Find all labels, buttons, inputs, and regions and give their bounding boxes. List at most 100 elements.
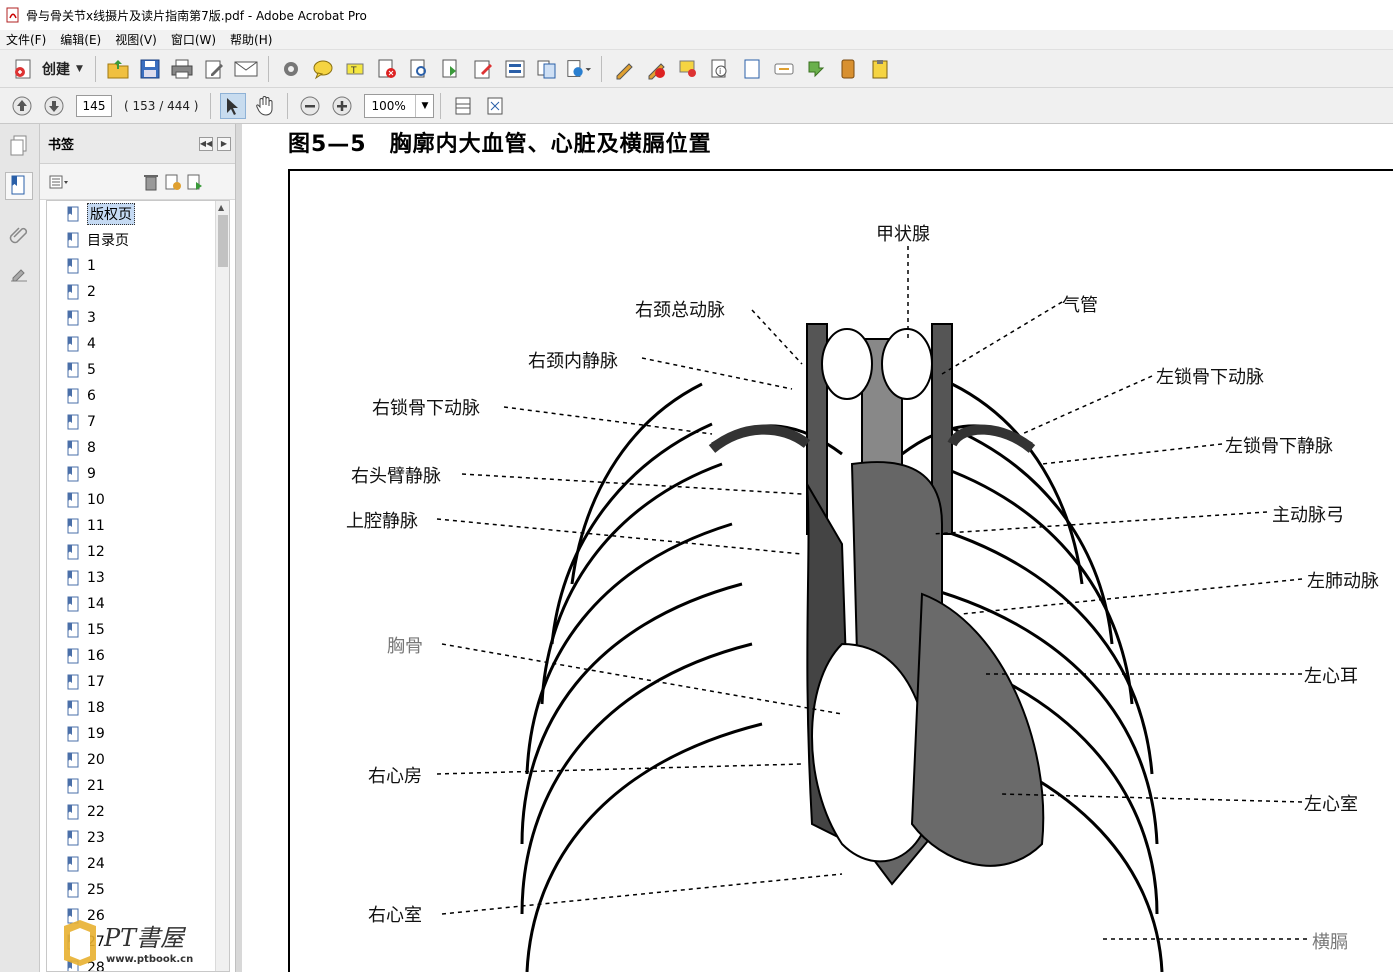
certificate-button[interactable] <box>675 56 701 82</box>
bookmarks-button[interactable] <box>5 172 33 200</box>
highlight-button[interactable]: T <box>342 56 368 82</box>
ptbook-watermark-logo: PT書屋 www.ptbook.cn <box>64 920 193 966</box>
bookmarks-title: 书签 <box>48 138 75 153</box>
bookmarks-scrollbar[interactable]: ▲ <box>215 201 229 971</box>
combine-button[interactable] <box>534 56 560 82</box>
sign-document-icon <box>474 60 492 78</box>
zoom-out-button[interactable] <box>297 93 323 119</box>
export-button[interactable] <box>566 56 592 82</box>
open-button[interactable] <box>105 56 131 82</box>
settings-button[interactable] <box>278 56 304 82</box>
select-tool-button[interactable] <box>220 92 247 119</box>
toolbar-separator <box>287 92 289 119</box>
attachments-button[interactable] <box>5 220 33 248</box>
form-button[interactable] <box>502 56 528 82</box>
bookmark-label: 2 <box>87 284 96 300</box>
extract-button[interactable] <box>438 56 464 82</box>
page-number-input[interactable]: 145 <box>76 94 112 117</box>
bookmark-item[interactable]: 18 <box>47 695 229 721</box>
book-button[interactable] <box>835 56 861 82</box>
bookmark-item[interactable]: 5 <box>47 357 229 383</box>
bookmark-item[interactable]: 目录页 <box>47 227 229 253</box>
new-bookmark-button[interactable] <box>162 171 184 193</box>
menu-window[interactable]: 窗口(W) <box>171 31 216 48</box>
bookmark-item[interactable]: 6 <box>47 383 229 409</box>
bookmark-item[interactable]: 8 <box>47 435 229 461</box>
scroll-up-icon[interactable]: ▲ <box>218 203 224 212</box>
bookmark-item[interactable]: 16 <box>47 643 229 669</box>
bookmark-item[interactable]: 24 <box>47 851 229 877</box>
menu-view[interactable]: 视图(V) <box>115 31 157 48</box>
menu-edit[interactable]: 编辑(E) <box>60 31 101 48</box>
bookmark-item[interactable]: 19 <box>47 721 229 747</box>
email-button[interactable] <box>233 56 259 82</box>
accessibility-button[interactable] <box>771 56 797 82</box>
delete-bookmark-button[interactable] <box>140 171 162 193</box>
zoom-out-icon <box>300 96 320 115</box>
zoom-in-button[interactable] <box>329 93 355 119</box>
bookmark-item[interactable]: 25 <box>47 877 229 903</box>
comment-button[interactable] <box>310 56 336 82</box>
create-button[interactable]: 创建 ▼ <box>6 55 89 83</box>
bookmark-item[interactable]: 9 <box>47 461 229 487</box>
edit-button[interactable] <box>201 56 227 82</box>
bookmark-label: 目录页 <box>87 233 129 249</box>
bookmark-item[interactable]: 1 <box>47 253 229 279</box>
zoom-select[interactable]: 100% ▼ <box>364 93 435 118</box>
bookmark-item[interactable]: 2 <box>47 279 229 305</box>
bookmark-item[interactable]: 23 <box>47 825 229 851</box>
menu-help[interactable]: 帮助(H) <box>230 31 272 48</box>
blank-page-button[interactable] <box>739 56 765 82</box>
label-left-pulmonary-artery: 左肺动脉 <box>1307 571 1379 592</box>
signatures-button[interactable] <box>5 260 33 288</box>
bookmark-label: 1 <box>87 258 96 274</box>
delete-page-button[interactable] <box>374 56 400 82</box>
bookmark-item[interactable]: 17 <box>47 669 229 695</box>
chevron-down-icon[interactable]: ▼ <box>415 94 433 117</box>
bookmark-item[interactable]: 15 <box>47 617 229 643</box>
bookmark-item[interactable]: 11 <box>47 513 229 539</box>
bookmark-options-button[interactable] <box>48 171 70 193</box>
bookmark-item[interactable]: 4 <box>47 331 229 357</box>
bookmark-item[interactable]: 7 <box>47 409 229 435</box>
sign-button[interactable] <box>470 56 496 82</box>
secure-button[interactable] <box>611 56 637 82</box>
remove-security-button[interactable] <box>643 56 669 82</box>
create-label: 创建 <box>42 61 70 78</box>
save-button[interactable] <box>137 56 163 82</box>
fit-page-button[interactable] <box>482 93 508 119</box>
bookmark-item[interactable]: 10 <box>47 487 229 513</box>
menu-file[interactable]: 文件(F) <box>6 31 46 48</box>
bookmark-icon <box>67 284 79 300</box>
expand-panel-icon[interactable]: ▶ <box>217 136 231 151</box>
fit-width-button[interactable] <box>450 93 476 119</box>
label-right-ventricle: 右心室 <box>368 905 422 926</box>
delete-page-icon <box>378 59 396 78</box>
edit-document-icon <box>205 60 223 78</box>
search-page-button[interactable] <box>406 56 432 82</box>
next-page-button[interactable] <box>41 93 67 119</box>
bookmark-item[interactable]: 14 <box>47 591 229 617</box>
bookmark-item[interactable]: 21 <box>47 773 229 799</box>
bookmark-item[interactable]: 12 <box>47 539 229 565</box>
bookmark-item[interactable]: 20 <box>47 747 229 773</box>
bookmark-icon <box>67 414 79 430</box>
print-button[interactable] <box>169 56 195 82</box>
expand-bookmark-button[interactable] <box>184 171 206 193</box>
bookmark-icon <box>67 856 79 872</box>
hand-tool-button[interactable] <box>252 93 278 119</box>
bookmark-item[interactable]: 3 <box>47 305 229 331</box>
bookmark-item[interactable]: 版权页 <box>47 201 229 227</box>
page-thumbnails-button[interactable] <box>5 132 33 160</box>
printer-icon <box>171 59 193 78</box>
properties-button[interactable]: i <box>707 56 733 82</box>
previous-page-button[interactable] <box>9 93 35 119</box>
save-icon <box>140 59 160 78</box>
bookmark-item[interactable]: 13 <box>47 565 229 591</box>
document-view: 图5—5 胸廓内大血管、心脏及横膈位置 甲状腺 气管 右颈总动脉 右颈内静脉 左… <box>242 124 1393 972</box>
clipboard-button[interactable] <box>867 56 893 82</box>
action-wizard-button[interactable] <box>803 56 829 82</box>
collapse-panel-icon[interactable]: ◀◀ <box>199 136 213 151</box>
bookmark-item[interactable]: 22 <box>47 799 229 825</box>
scrollbar-thumb[interactable] <box>218 215 228 267</box>
